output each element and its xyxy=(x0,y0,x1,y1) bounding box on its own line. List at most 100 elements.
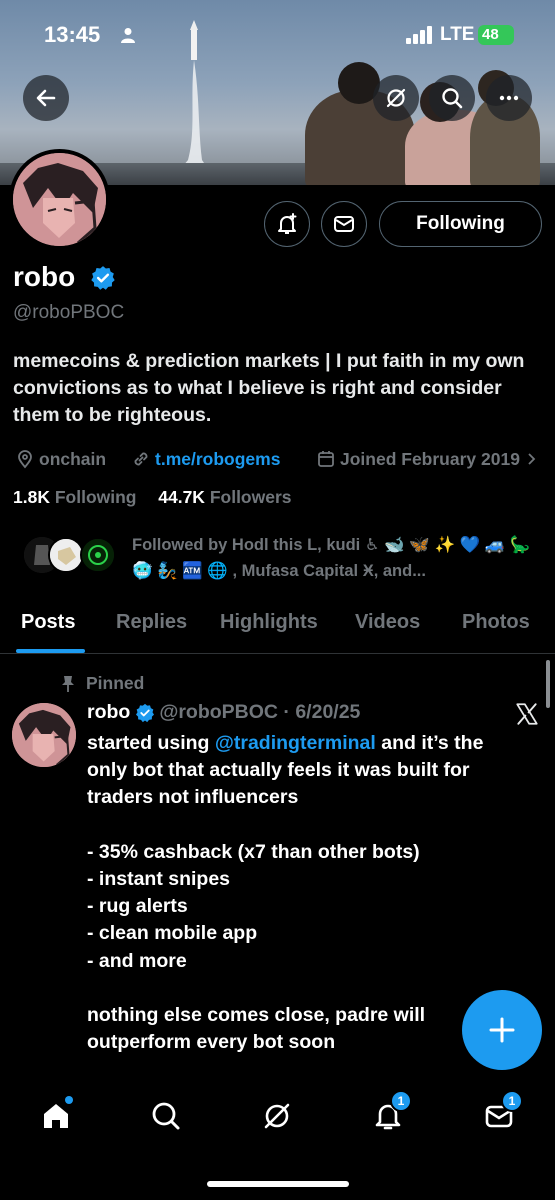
active-tab-indicator xyxy=(16,649,85,653)
home-icon xyxy=(44,1104,68,1128)
status-bar: 13:45 LTE 48 xyxy=(0,22,555,52)
profile-tabs: Posts Replies Highlights Videos Photos xyxy=(0,596,555,654)
profile-location: onchain xyxy=(15,447,106,471)
verified-badge-icon xyxy=(136,703,155,722)
post-avatar-image xyxy=(12,703,76,767)
signal-icon xyxy=(406,26,432,44)
pinned-label: Pinned xyxy=(60,673,144,694)
post-header: robo @roboPBOC · 6/20/25 xyxy=(87,701,360,724)
follower-avatar[interactable] xyxy=(80,537,116,573)
post-text-segment: only bot that actually feels it was buil… xyxy=(87,759,470,782)
back-button[interactable] xyxy=(23,75,69,121)
post-text-line: - instant snipes xyxy=(87,866,542,893)
verified-badge-icon xyxy=(91,266,115,290)
post-text-segment: - rug alerts xyxy=(87,895,188,918)
nav-notifications[interactable]: 1 xyxy=(363,1090,413,1136)
profile-handle: @roboPBOC xyxy=(13,302,125,323)
post-text-line xyxy=(87,812,542,839)
post-text-line: started using @tradingterminal and it’s … xyxy=(87,730,542,757)
post-text-line: - clean mobile app xyxy=(87,920,542,947)
tab-highlights[interactable]: Highlights xyxy=(220,611,318,634)
search-icon xyxy=(442,88,463,109)
battery-level: 48 xyxy=(482,26,499,43)
post-text-segment: outperform every bot soon xyxy=(87,1031,336,1054)
post-text-line: traders not influencers xyxy=(87,784,542,811)
profile-stats: 1.8K Following 44.7K Followers xyxy=(13,487,292,508)
nav-grok[interactable] xyxy=(252,1096,302,1136)
followers-stat[interactable]: 44.7K Followers xyxy=(158,487,291,507)
profile-bio: memecoins & prediction markets | I put f… xyxy=(13,350,525,426)
notify-button[interactable] xyxy=(264,201,310,247)
post-text-line xyxy=(87,975,542,1002)
envelope-icon xyxy=(334,216,354,232)
post-text-line: - and more xyxy=(87,948,542,975)
home-indicator[interactable] xyxy=(207,1181,349,1187)
follower-avatar-image xyxy=(82,539,114,571)
message-button[interactable] xyxy=(321,201,367,247)
notifications-badge: 1 xyxy=(390,1090,412,1112)
post-text-line: only bot that actually feels it was buil… xyxy=(87,757,542,784)
followers-label: Followers xyxy=(209,487,292,507)
nav-search[interactable] xyxy=(141,1096,191,1136)
messages-badge: 1 xyxy=(501,1090,523,1112)
following-stat[interactable]: 1.8K Following xyxy=(13,487,137,507)
follower-avatar-image xyxy=(50,539,82,571)
tab-replies[interactable]: Replies xyxy=(116,611,187,634)
plus-icon xyxy=(489,1017,515,1043)
post-avatar[interactable] xyxy=(12,703,76,767)
location-pin-icon xyxy=(18,450,32,469)
search-icon xyxy=(152,1102,180,1130)
post-mention-link[interactable]: @tradingterminal xyxy=(215,732,376,754)
bell-plus-icon xyxy=(278,213,297,234)
following-label: Following xyxy=(54,487,137,507)
post-author-name[interactable]: robo xyxy=(87,701,130,724)
followers-count: 44.7K xyxy=(158,487,205,507)
pinned-text: Pinned xyxy=(86,673,145,693)
compose-button[interactable] xyxy=(462,990,542,1070)
more-button[interactable] xyxy=(486,75,532,121)
search-button[interactable] xyxy=(429,75,475,121)
battery-indicator: 48 xyxy=(478,25,514,45)
nav-messages[interactable]: 1 xyxy=(474,1090,524,1136)
scrollbar[interactable] xyxy=(546,660,550,708)
grok-icon xyxy=(264,1103,290,1129)
grok-button[interactable] xyxy=(373,75,419,121)
post-text-line: - 35% cashback (x7 than other bots) xyxy=(87,839,542,866)
more-icon xyxy=(499,95,519,101)
post-text-segment: - and more xyxy=(87,949,187,972)
post-text-segment: - clean mobile app xyxy=(87,922,258,945)
calendar-icon xyxy=(318,451,334,467)
post-text-segment: nothing else comes close, padre will xyxy=(87,1004,426,1026)
post-text-segment: - instant snipes xyxy=(87,868,231,890)
follower-avatar[interactable] xyxy=(48,537,84,573)
tab-posts[interactable]: Posts xyxy=(21,611,75,634)
following-count: 1.8K xyxy=(13,487,50,507)
grok-icon xyxy=(386,88,406,108)
link-text[interactable]: t.me/robogems xyxy=(155,449,280,470)
avatar-image xyxy=(13,153,106,246)
pin-icon xyxy=(62,675,74,692)
person-icon xyxy=(121,28,135,43)
joined-text: Joined February 2019 xyxy=(340,448,520,469)
following-button[interactable]: Following xyxy=(379,201,542,247)
profile-name: robo xyxy=(13,261,76,292)
nav-home[interactable] xyxy=(31,1096,81,1136)
chevron-right-icon xyxy=(528,453,536,465)
post-handle-date: @roboPBOC · 6/20/25 xyxy=(159,701,361,723)
x-logo-icon xyxy=(516,703,538,725)
carrier-label: LTE xyxy=(440,24,475,45)
post-text-segment: and it’s the xyxy=(375,732,484,754)
post-text-segment: started using xyxy=(87,732,215,754)
post-text-segment: - 35% cashback (x7 than other bots) xyxy=(87,840,420,863)
profile-avatar[interactable] xyxy=(9,149,110,250)
tab-videos[interactable]: Videos xyxy=(355,611,420,634)
post-text-line: - rug alerts xyxy=(87,893,542,920)
status-time: 13:45 xyxy=(44,22,101,47)
location-text: onchain xyxy=(39,448,107,469)
tab-photos[interactable]: Photos xyxy=(462,611,530,634)
arrow-left-icon xyxy=(36,89,56,107)
profile-link[interactable]: t.me/robogems xyxy=(131,447,280,471)
followed-by-text[interactable]: Followed by Hodl this L, kudi ♿ 🐋 🦋 ✨ 💙 … xyxy=(132,532,542,584)
post-text-segment: traders not influencers xyxy=(87,786,299,809)
home-unread-dot xyxy=(65,1096,73,1104)
